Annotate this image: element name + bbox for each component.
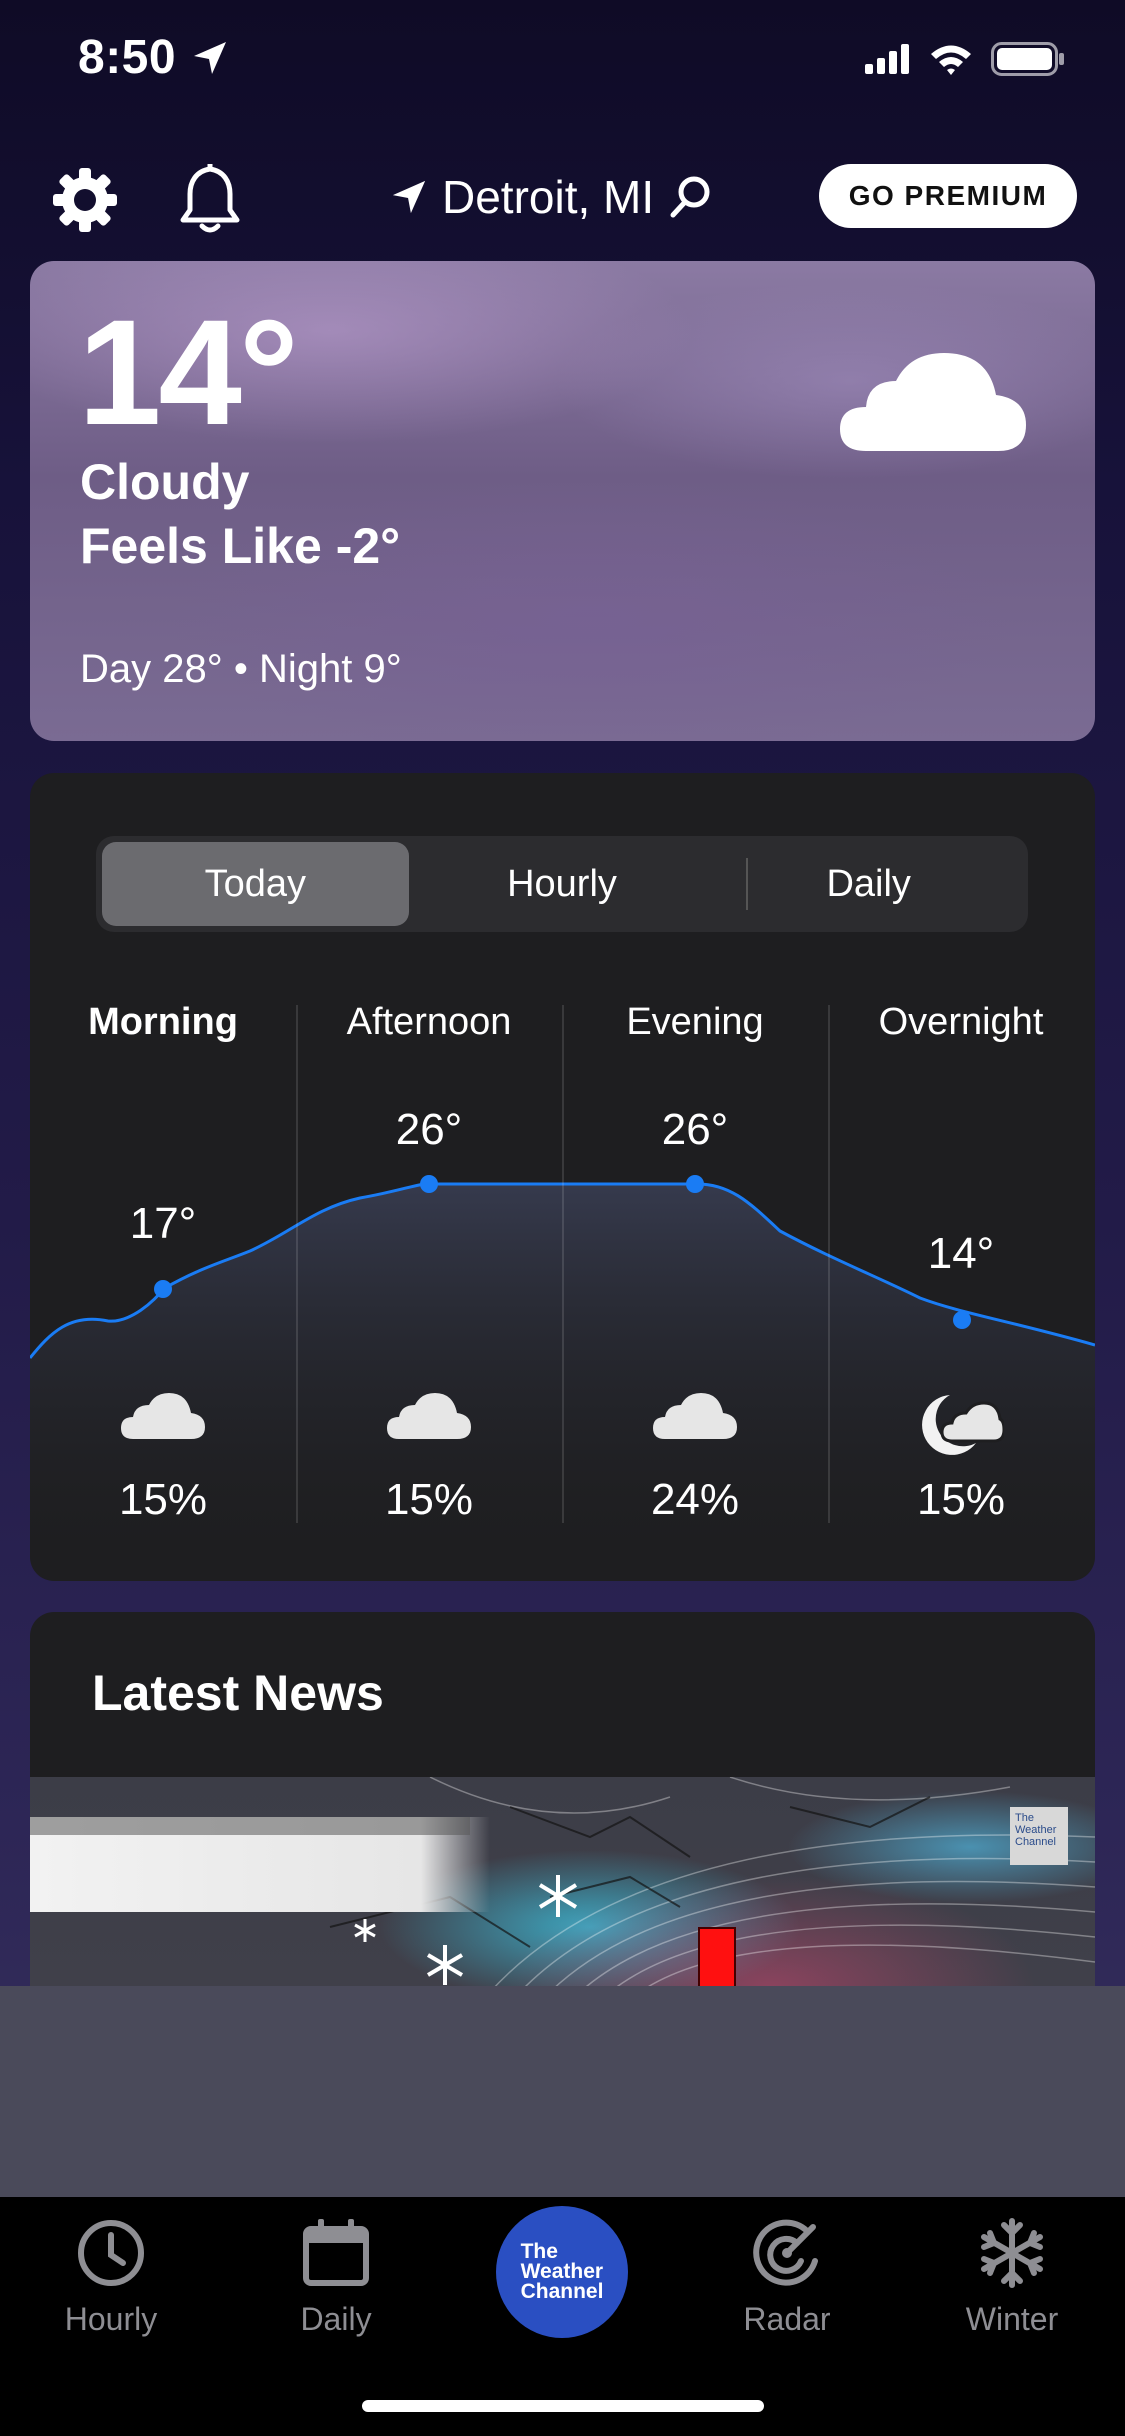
period-morning-icon — [30, 1391, 296, 1461]
settings-gear-icon[interactable] — [50, 165, 120, 235]
moon-cloud-icon — [922, 1395, 1004, 1455]
period-evening-icon — [562, 1391, 828, 1461]
news-thumbnail-image[interactable]: The Weather Channel — [30, 1777, 1095, 1992]
weather-channel-home-button[interactable]: The Weather Channel — [496, 2206, 628, 2338]
tab-radar-label: Radar — [743, 2301, 831, 2337]
content-placeholder — [0, 1986, 1125, 2197]
blurred-banner-strip — [30, 1817, 470, 1835]
snowflake-icon — [354, 1919, 376, 1942]
battery-icon — [991, 42, 1064, 76]
clock-icon — [78, 2220, 144, 2286]
home-indicator[interactable] — [362, 2400, 764, 2412]
current-conditions-card[interactable]: 14° Cloudy Feels Like -2° Day 28° • Nigh… — [30, 261, 1095, 741]
period-overnight-icon — [828, 1391, 1094, 1461]
latest-news-card: Latest News The Weather Channel — [30, 1612, 1095, 1992]
period-afternoon-precip: 15% — [384, 1475, 474, 1524]
wifi-icon — [931, 45, 971, 75]
period-overnight-label: Overnight — [878, 1001, 1044, 1043]
search-icon[interactable] — [668, 174, 712, 220]
cloud-icon — [121, 1393, 205, 1439]
temp-point-afternoon — [420, 1175, 438, 1193]
location-arrow-icon — [194, 42, 226, 74]
period-morning-label: Morning — [88, 1001, 238, 1043]
top-nav: Detroit, MI GO PREMIUM — [0, 150, 1125, 245]
storm-marker — [698, 1927, 736, 1992]
period-afternoon-temp: 26° — [395, 1105, 463, 1154]
tab-hourly-nav[interactable]: Hourly — [11, 2217, 211, 2338]
status-time: 8:50 — [78, 31, 177, 84]
status-indicators — [865, 42, 1065, 76]
news-section-title: Latest News — [92, 1665, 384, 1721]
calendar-icon — [303, 2219, 369, 2286]
period-morning-precip: 15% — [118, 1475, 208, 1524]
location-selector[interactable]: Detroit, MI — [390, 164, 712, 230]
day-night-temps: Day 28° • Night 9° — [80, 647, 402, 691]
period-afternoon-icon — [296, 1391, 562, 1461]
tab-winter-nav[interactable]: Winter — [912, 2217, 1112, 2338]
period-evening-label: Evening — [626, 1001, 764, 1043]
forecast-card: Today Hourly Daily Morning Afternoon Eve… — [30, 773, 1095, 1581]
tab-radar-nav[interactable]: Radar — [687, 2217, 887, 2338]
snowflake-icon — [981, 2218, 1043, 2288]
period-afternoon-label: Afternoon — [346, 1001, 512, 1043]
temp-point-morning — [154, 1280, 172, 1298]
period-evening-precip: 24% — [650, 1475, 740, 1524]
period-overnight-precip: 15% — [916, 1475, 1006, 1524]
temp-point-overnight — [953, 1311, 971, 1329]
snowflake-icon — [426, 1945, 464, 1985]
period-overnight-temp: 14° — [927, 1229, 995, 1278]
temp-point-evening — [686, 1175, 704, 1193]
feels-like: Feels Like -2° — [80, 518, 401, 574]
tab-daily-nav[interactable]: Daily — [236, 2217, 436, 2338]
notifications-bell-icon[interactable] — [178, 160, 242, 236]
weather-channel-logo-text: The Weather Channel — [520, 2240, 604, 2303]
location-name: Detroit, MI — [442, 171, 655, 223]
status-bar: 8:50 — [0, 0, 1125, 130]
go-premium-button[interactable]: GO PREMIUM — [819, 164, 1077, 228]
tab-daily-label: Daily — [300, 2301, 372, 2337]
location-arrow-icon — [392, 180, 426, 214]
period-evening-temp: 26° — [661, 1105, 729, 1154]
current-condition: Cloudy — [80, 454, 250, 510]
radar-icon — [753, 2219, 818, 2286]
cloud-icon — [387, 1393, 471, 1439]
snowflake-icon — [538, 1875, 578, 1917]
period-morning-temp: 17° — [129, 1199, 197, 1248]
cloud-icon — [840, 353, 1026, 451]
current-temperature: 14° — [78, 288, 299, 456]
tab-hourly-label: Hourly — [64, 2301, 158, 2337]
cloud-icon — [653, 1393, 737, 1439]
tab-winter-label: Winter — [965, 2301, 1059, 2337]
cellular-signal-icon — [865, 44, 909, 74]
weather-channel-logo: The Weather Channel — [1010, 1807, 1068, 1865]
